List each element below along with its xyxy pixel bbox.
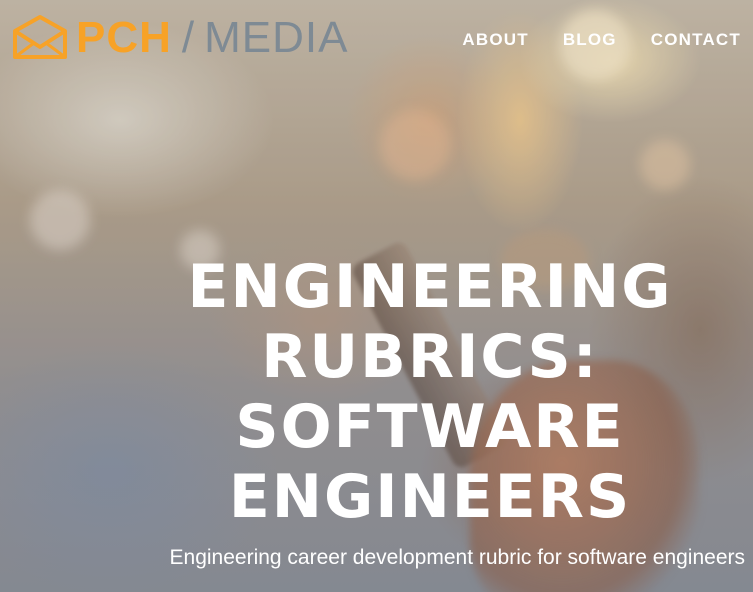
- title-line: ENGINEERS: [228, 462, 632, 532]
- site-logo[interactable]: PCH / MEDIA: [10, 10, 349, 66]
- logo-media-text: MEDIA: [204, 13, 349, 62]
- nav-contact-link[interactable]: CONTACT: [651, 30, 741, 50]
- title-line: ENGINEERING: [187, 252, 673, 322]
- main-nav: ABOUT BLOG CONTACT: [462, 30, 741, 50]
- page-subtitle: Engineering career development rubric fo…: [169, 546, 745, 569]
- envelope-icon: [13, 15, 67, 59]
- logo-separator: /: [181, 13, 195, 62]
- nav-about-link[interactable]: ABOUT: [462, 30, 528, 50]
- logo-pch-text: PCH: [76, 13, 172, 62]
- title-line: RUBRICS:: [261, 322, 599, 392]
- nav-blog-link[interactable]: BLOG: [563, 30, 617, 50]
- page-title: ENGINEERING RUBRICS: SOFTWARE ENGINEERS: [120, 252, 740, 532]
- title-line: SOFTWARE: [235, 392, 625, 462]
